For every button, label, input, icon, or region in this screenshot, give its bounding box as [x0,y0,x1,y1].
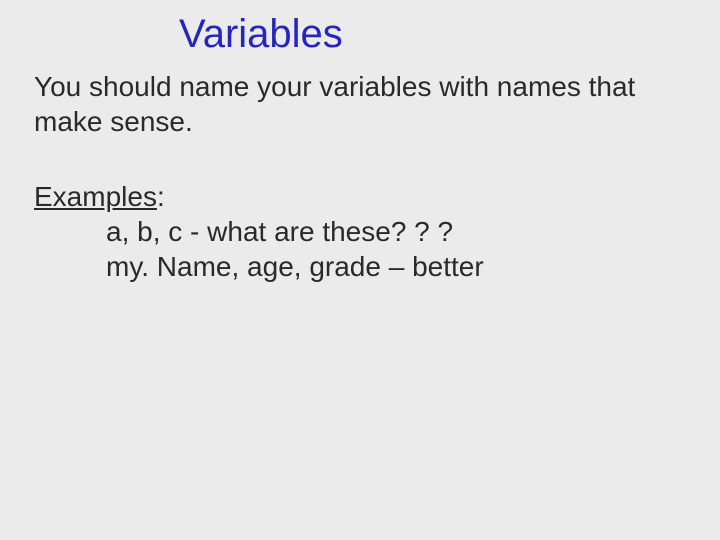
examples-line: Examples: [34,179,686,214]
slide-body: You should name your variables with name… [34,69,686,284]
examples-colon: : [157,181,165,212]
examples-label: Examples [34,181,157,212]
slide-title: Variables [179,12,686,57]
example-line-1: a, b, c - what are these? ? ? [106,214,686,249]
slide: Variables You should name your variables… [0,0,720,540]
intro-text: You should name your variables with name… [34,69,686,139]
example-line-2: my. Name, age, grade – better [106,249,686,284]
